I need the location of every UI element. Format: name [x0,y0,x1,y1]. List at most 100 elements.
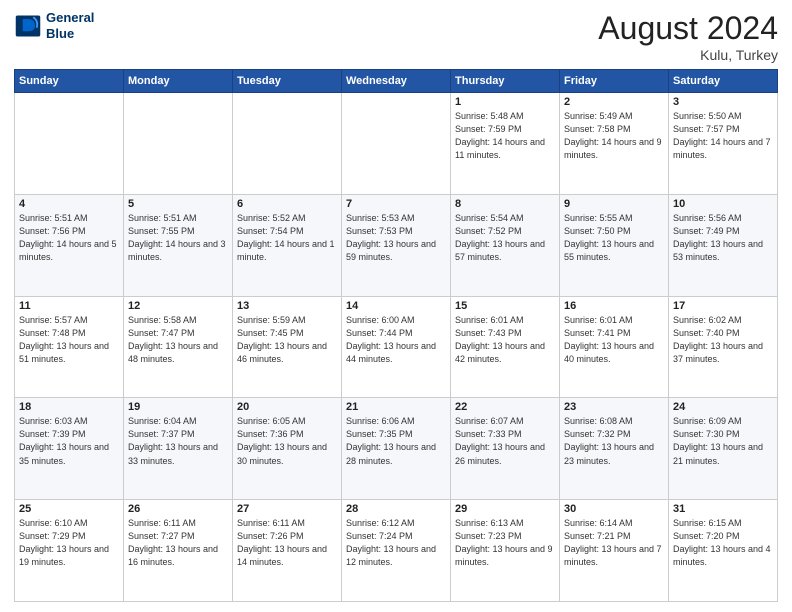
calendar-week-row: 11 Sunrise: 5:57 AM Sunset: 7:48 PM Dayli… [15,296,778,398]
calendar-header-row: SundayMondayTuesdayWednesdayThursdayFrid… [15,70,778,93]
calendar-cell: 12Sunrise: 5:58 AM Sunset: 7:47 PM Dayli… [124,296,233,398]
day-number: 9 [564,198,664,210]
weekday-header: Saturday [669,70,778,93]
calendar-cell: 28Sunrise: 6:12 AM Sunset: 7:24 PM Dayli… [342,500,451,602]
day-info: Sunrise: 6:11 AM Sunset: 7:26 PM Dayligh… [237,517,337,569]
weekday-header: Thursday [451,70,560,93]
day-info: Sunrise: 6:14 AM Sunset: 7:21 PM Dayligh… [564,517,664,569]
day-number: 21 [346,401,446,413]
day-number: 1 [455,96,555,108]
day-info: Sunrise: 6:04 AM Sunset: 7:37 PM Dayligh… [128,415,228,467]
logo-icon [14,12,42,40]
day-number: 8 [455,198,555,210]
day-info: Sunrise: 6:08 AM Sunset: 7:32 PM Dayligh… [564,415,664,467]
day-number: 25 [19,503,119,515]
day-number: 3 [673,96,773,108]
day-number: 26 [128,503,228,515]
calendar-cell: 29Sunrise: 6:13 AM Sunset: 7:23 PM Dayli… [451,500,560,602]
month-title: August 2024 [598,10,778,47]
calendar-cell [342,93,451,195]
day-number: 7 [346,198,446,210]
day-number: 31 [673,503,773,515]
weekday-header: Sunday [15,70,124,93]
calendar-cell: 10Sunrise: 5:56 AM Sunset: 7:49 PM Dayli… [669,194,778,296]
calendar-cell: 9 Sunrise: 5:55 AM Sunset: 7:50 PM Daylig… [560,194,669,296]
day-info: Sunrise: 6:15 AM Sunset: 7:20 PM Dayligh… [673,517,773,569]
logo-text: General Blue [46,10,94,41]
calendar-cell: 22 Sunrise: 6:07 AM Sunset: 7:33 PM Dayli… [451,398,560,500]
day-number: 23 [564,401,664,413]
page: General Blue August 2024 Kulu, Turkey Su… [0,0,792,612]
location: Kulu, Turkey [598,47,778,63]
calendar-week-row: 4 Sunrise: 5:51 AM Sunset: 7:56 PM Daylig… [15,194,778,296]
calendar-cell: 19 Sunrise: 6:04 AM Sunset: 7:37 PM Dayli… [124,398,233,500]
day-number: 16 [564,300,664,312]
calendar-cell: 24Sunrise: 6:09 AM Sunset: 7:30 PM Dayli… [669,398,778,500]
day-info: Sunrise: 5:48 AM Sunset: 7:59 PM Dayligh… [455,110,555,162]
logo-line2: Blue [46,26,94,42]
calendar-cell: 31 Sunrise: 6:15 AM Sunset: 7:20 PM Dayli… [669,500,778,602]
calendar-cell: 16Sunrise: 6:01 AM Sunset: 7:41 PM Dayli… [560,296,669,398]
day-info: Sunrise: 6:09 AM Sunset: 7:30 PM Dayligh… [673,415,773,467]
day-info: Sunrise: 6:01 AM Sunset: 7:43 PM Dayligh… [455,314,555,366]
calendar-cell: 11 Sunrise: 5:57 AM Sunset: 7:48 PM Dayli… [15,296,124,398]
calendar-cell: 1 Sunrise: 5:48 AM Sunset: 7:59 PM Daylig… [451,93,560,195]
calendar-cell [233,93,342,195]
day-number: 11 [19,300,119,312]
day-info: Sunrise: 5:57 AM Sunset: 7:48 PM Dayligh… [19,314,119,366]
calendar-cell: 8Sunrise: 5:54 AM Sunset: 7:52 PM Daylig… [451,194,560,296]
calendar-cell: 17 Sunrise: 6:02 AM Sunset: 7:40 PM Dayli… [669,296,778,398]
day-number: 19 [128,401,228,413]
day-info: Sunrise: 5:55 AM Sunset: 7:50 PM Dayligh… [564,212,664,264]
calendar-cell: 15Sunrise: 6:01 AM Sunset: 7:43 PM Dayli… [451,296,560,398]
day-number: 20 [237,401,337,413]
calendar-week-row: 18 Sunrise: 6:03 AM Sunset: 7:39 PM Dayli… [15,398,778,500]
day-number: 13 [237,300,337,312]
calendar-cell: 25Sunrise: 6:10 AM Sunset: 7:29 PM Dayli… [15,500,124,602]
calendar-cell: 7Sunrise: 5:53 AM Sunset: 7:53 PM Daylig… [342,194,451,296]
calendar-week-row: 1 Sunrise: 5:48 AM Sunset: 7:59 PM Daylig… [15,93,778,195]
day-info: Sunrise: 5:58 AM Sunset: 7:47 PM Dayligh… [128,314,228,366]
weekday-header: Tuesday [233,70,342,93]
day-info: Sunrise: 6:12 AM Sunset: 7:24 PM Dayligh… [346,517,446,569]
day-info: Sunrise: 5:51 AM Sunset: 7:56 PM Dayligh… [19,212,119,264]
day-number: 22 [455,401,555,413]
calendar-week-row: 25Sunrise: 6:10 AM Sunset: 7:29 PM Dayli… [15,500,778,602]
day-info: Sunrise: 5:59 AM Sunset: 7:45 PM Dayligh… [237,314,337,366]
day-info: Sunrise: 5:51 AM Sunset: 7:55 PM Dayligh… [128,212,228,264]
day-info: Sunrise: 6:06 AM Sunset: 7:35 PM Dayligh… [346,415,446,467]
calendar-cell [124,93,233,195]
logo-line1: General [46,10,94,26]
calendar-cell: 23 Sunrise: 6:08 AM Sunset: 7:32 PM Dayli… [560,398,669,500]
day-info: Sunrise: 6:11 AM Sunset: 7:27 PM Dayligh… [128,517,228,569]
weekday-header: Wednesday [342,70,451,93]
day-info: Sunrise: 6:03 AM Sunset: 7:39 PM Dayligh… [19,415,119,467]
calendar-cell: 5Sunrise: 5:51 AM Sunset: 7:55 PM Daylig… [124,194,233,296]
day-number: 18 [19,401,119,413]
calendar-cell: 30 Sunrise: 6:14 AM Sunset: 7:21 PM Dayli… [560,500,669,602]
calendar-cell: 13 Sunrise: 5:59 AM Sunset: 7:45 PM Dayli… [233,296,342,398]
day-info: Sunrise: 6:07 AM Sunset: 7:33 PM Dayligh… [455,415,555,467]
day-info: Sunrise: 5:49 AM Sunset: 7:58 PM Dayligh… [564,110,664,162]
calendar-cell: 6Sunrise: 5:52 AM Sunset: 7:54 PM Daylig… [233,194,342,296]
day-number: 14 [346,300,446,312]
title-area: August 2024 Kulu, Turkey [598,10,778,63]
calendar-cell: 3 Sunrise: 5:50 AM Sunset: 7:57 PM Daylig… [669,93,778,195]
calendar-cell: 27 Sunrise: 6:11 AM Sunset: 7:26 PM Dayli… [233,500,342,602]
calendar-cell: 14 Sunrise: 6:00 AM Sunset: 7:44 PM Dayli… [342,296,451,398]
calendar-cell [15,93,124,195]
calendar-body: 1 Sunrise: 5:48 AM Sunset: 7:59 PM Daylig… [15,93,778,602]
day-info: Sunrise: 5:50 AM Sunset: 7:57 PM Dayligh… [673,110,773,162]
logo: General Blue [14,10,94,41]
day-info: Sunrise: 6:00 AM Sunset: 7:44 PM Dayligh… [346,314,446,366]
day-number: 27 [237,503,337,515]
day-number: 6 [237,198,337,210]
day-number: 30 [564,503,664,515]
day-info: Sunrise: 6:02 AM Sunset: 7:40 PM Dayligh… [673,314,773,366]
day-info: Sunrise: 5:56 AM Sunset: 7:49 PM Dayligh… [673,212,773,264]
calendar-cell: 20Sunrise: 6:05 AM Sunset: 7:36 PM Dayli… [233,398,342,500]
day-number: 2 [564,96,664,108]
day-number: 17 [673,300,773,312]
day-number: 4 [19,198,119,210]
day-number: 29 [455,503,555,515]
